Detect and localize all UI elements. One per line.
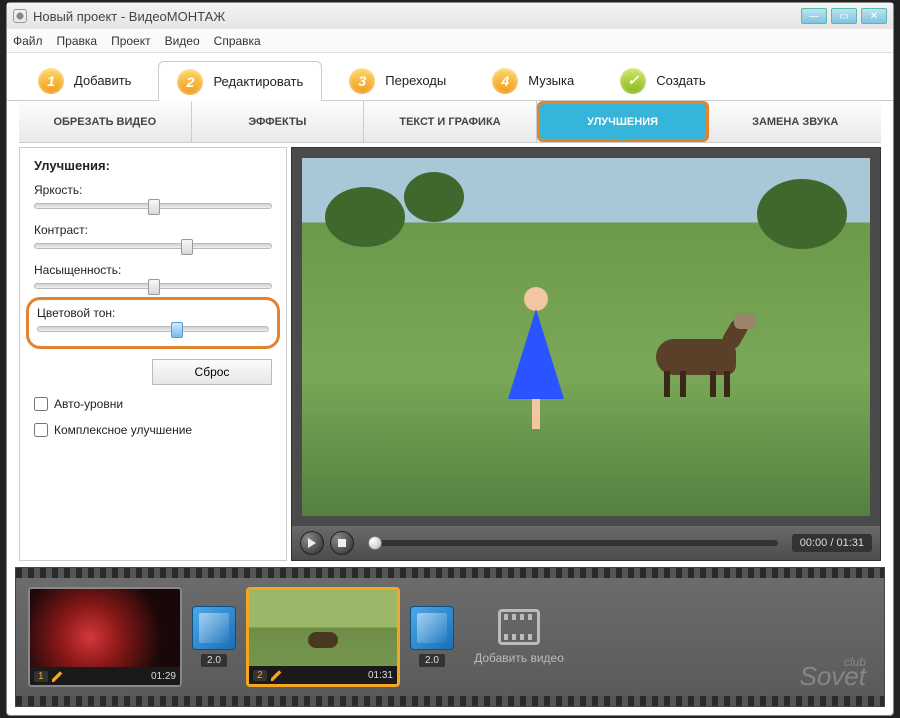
preview-subject-goat xyxy=(656,319,756,389)
menu-video[interactable]: Видео xyxy=(165,34,200,48)
brightness-label: Яркость: xyxy=(34,183,272,197)
timeline: 101:29 2.0 201:31 2.0 Добавить видео clu… xyxy=(15,567,885,707)
brightness-row: Яркость: xyxy=(34,183,272,209)
menu-edit[interactable]: Правка xyxy=(57,34,98,48)
hue-label: Цветовой тон: xyxy=(37,306,269,320)
preview-pane: 00:00 / 01:31 xyxy=(291,147,881,561)
wizard-steps: 1Добавить 2Редактировать 3Переходы 4Музы… xyxy=(7,53,893,101)
subtab-effects[interactable]: ЭФФЕКТЫ xyxy=(192,101,365,142)
maximize-button[interactable]: ▭ xyxy=(831,8,857,24)
transition-1[interactable] xyxy=(192,606,236,650)
seek-thumb[interactable] xyxy=(368,536,382,550)
hue-slider[interactable] xyxy=(37,326,269,332)
subtab-text[interactable]: ТЕКСТ И ГРАФИКА xyxy=(364,101,537,142)
film-icon xyxy=(498,609,540,645)
contrast-row: Контраст: xyxy=(34,223,272,249)
edit-subtabs: ОБРЕЗАТЬ ВИДЕО ЭФФЕКТЫ ТЕКСТ И ГРАФИКА У… xyxy=(19,101,881,143)
pencil-icon xyxy=(271,669,283,681)
player-controls: 00:00 / 01:31 xyxy=(292,526,880,560)
step-number-icon: 4 xyxy=(492,68,518,94)
autolevels-checkbox[interactable]: Авто-уровни xyxy=(34,397,272,411)
step-add[interactable]: 1Добавить xyxy=(19,60,150,100)
hue-highlight: Цветовой тон: xyxy=(26,297,280,349)
titlebar: Новый проект - ВидеоМОНТАЖ — ▭ ✕ xyxy=(7,3,893,29)
saturation-label: Насыщенность: xyxy=(34,263,272,277)
slider-thumb[interactable] xyxy=(181,239,193,255)
app-icon xyxy=(13,9,27,23)
subtab-crop[interactable]: ОБРЕЗАТЬ ВИДЕО xyxy=(19,101,192,142)
saturation-row: Насыщенность: xyxy=(34,263,272,289)
contrast-label: Контраст: xyxy=(34,223,272,237)
window-title: Новый проект - ВидеоМОНТАЖ xyxy=(33,9,225,24)
minimize-button[interactable]: — xyxy=(801,8,827,24)
filmstrip-decoration xyxy=(16,568,884,578)
enhancements-panel: Улучшения: Яркость: Контраст: Насыщеннос… xyxy=(19,147,287,561)
slider-thumb[interactable] xyxy=(148,199,160,215)
reset-button[interactable]: Сброс xyxy=(152,359,272,385)
step-number-icon: 3 xyxy=(349,68,375,94)
hue-row: Цветовой тон: xyxy=(37,306,269,332)
seek-bar[interactable] xyxy=(368,540,778,546)
check-icon: ✓ xyxy=(620,68,646,94)
step-number-icon: 2 xyxy=(177,69,203,95)
stop-button[interactable] xyxy=(330,531,354,555)
subtab-audio[interactable]: ЗАМЕНА ЗВУКА xyxy=(709,101,881,142)
timeline-clip-1[interactable]: 101:29 xyxy=(28,587,182,687)
add-video-button[interactable]: Добавить видео xyxy=(464,582,574,692)
contrast-slider[interactable] xyxy=(34,243,272,249)
step-edit[interactable]: 2Редактировать xyxy=(158,61,322,101)
step-number-icon: 1 xyxy=(38,68,64,94)
step-create[interactable]: ✓Создать xyxy=(601,60,724,100)
menu-help[interactable]: Справка xyxy=(214,34,261,48)
filmstrip-decoration xyxy=(16,696,884,706)
transition-duration: 2.0 xyxy=(419,654,445,667)
step-transitions[interactable]: 3Переходы xyxy=(330,60,465,100)
menubar: Файл Правка Проект Видео Справка xyxy=(7,29,893,53)
transition-duration: 2.0 xyxy=(201,654,227,667)
timeline-clip-2[interactable]: 201:31 xyxy=(246,587,400,687)
brightness-slider[interactable] xyxy=(34,203,272,209)
step-music[interactable]: 4Музыка xyxy=(473,60,593,100)
menu-project[interactable]: Проект xyxy=(111,34,151,48)
timecode: 00:00 / 01:31 xyxy=(792,534,872,552)
menu-file[interactable]: Файл xyxy=(13,34,43,48)
video-preview[interactable] xyxy=(292,148,880,526)
close-button[interactable]: ✕ xyxy=(861,8,887,24)
pencil-icon xyxy=(52,670,64,682)
slider-thumb[interactable] xyxy=(171,322,183,338)
slider-thumb[interactable] xyxy=(148,279,160,295)
subtab-enhance[interactable]: УЛУЧШЕНИЯ xyxy=(537,101,710,142)
saturation-slider[interactable] xyxy=(34,283,272,289)
complex-enhance-checkbox[interactable]: Комплексное улучшение xyxy=(34,423,272,437)
transition-2[interactable] xyxy=(410,606,454,650)
panel-title: Улучшения: xyxy=(34,158,272,173)
preview-subject-girl xyxy=(506,287,566,437)
play-button[interactable] xyxy=(300,531,324,555)
